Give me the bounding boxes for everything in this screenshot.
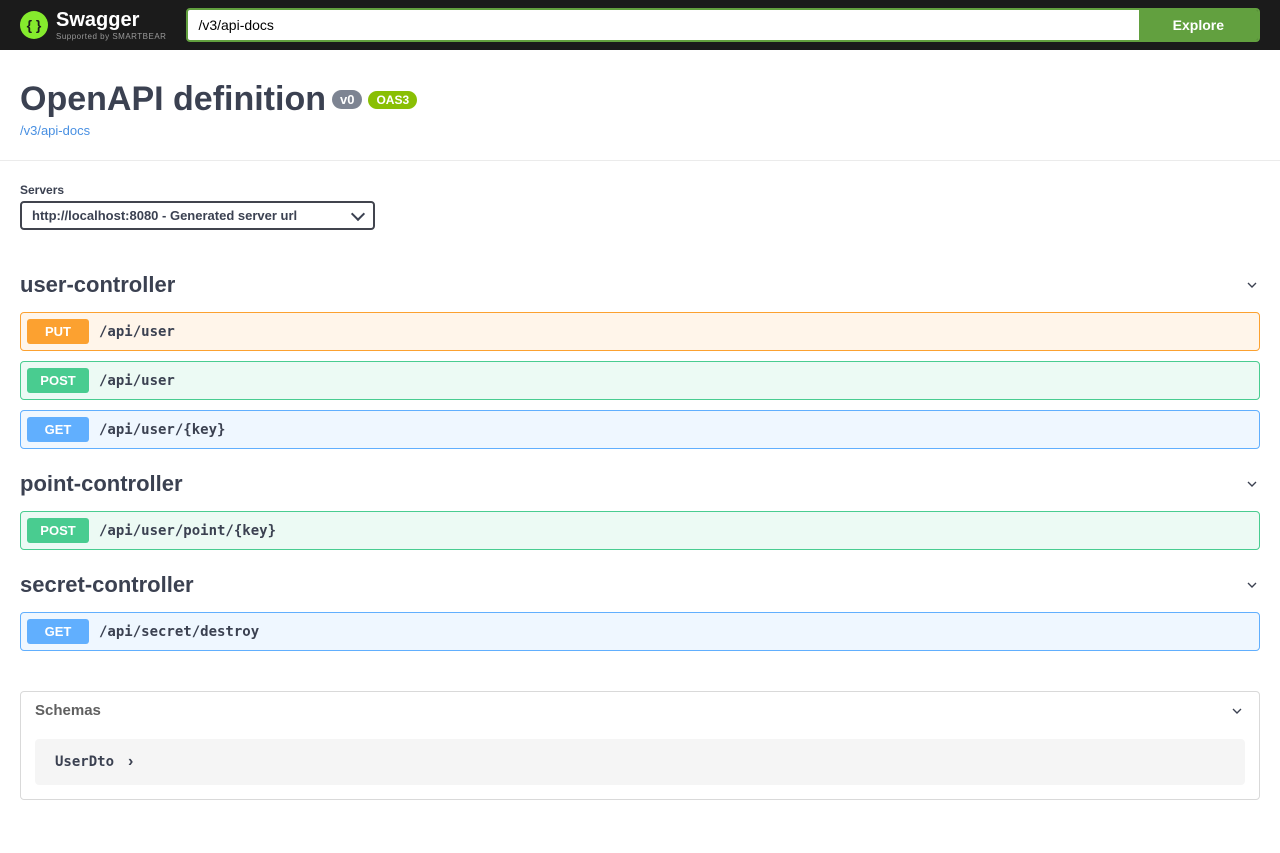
method-badge: POST	[27, 518, 89, 543]
method-badge: GET	[27, 417, 89, 442]
operation-path: /api/user/{key}	[99, 422, 225, 438]
operation-path: /api/user	[99, 373, 175, 389]
search-wrap: Explore	[186, 8, 1260, 42]
tag-header[interactable]: user-controller	[20, 268, 1260, 302]
operation-path: /api/user/point/{key}	[99, 523, 276, 539]
tags-container: user-controllerPUT/api/userPOST/api/user…	[0, 240, 1280, 671]
chevron-down-icon	[1244, 277, 1260, 293]
tag-header[interactable]: secret-controller	[20, 568, 1260, 602]
method-badge: PUT	[27, 319, 89, 344]
tag-section: secret-controller GET/api/secret/destroy	[20, 568, 1260, 651]
logo[interactable]: { } Swagger Supported by SMARTBEAR	[20, 9, 166, 41]
chevron-down-icon	[1244, 476, 1260, 492]
method-badge: POST	[27, 368, 89, 393]
schemas-title: Schemas	[35, 702, 101, 719]
explore-button[interactable]: Explore	[1139, 10, 1258, 40]
tag-section: user-controllerPUT/api/userPOST/api/user…	[20, 268, 1260, 449]
oas-badge: OAS3	[368, 91, 417, 109]
chevron-right-icon: ›	[128, 753, 133, 771]
operation-row[interactable]: PUT/api/user	[20, 312, 1260, 351]
operation-path: /api/user	[99, 324, 175, 340]
servers-section: Servers http://localhost:8080 - Generate…	[0, 161, 1280, 240]
version-badge: v0	[332, 90, 362, 109]
tag-header[interactable]: point-controller	[20, 467, 1260, 501]
servers-label: Servers	[20, 183, 1260, 197]
schema-name: UserDto	[55, 754, 114, 770]
operation-row[interactable]: POST/api/user/point/{key}	[20, 511, 1260, 550]
schema-item[interactable]: UserDto ›	[35, 739, 1245, 785]
topbar: { } Swagger Supported by SMARTBEAR Explo…	[0, 0, 1280, 50]
logo-subtext: Supported by SMARTBEAR	[56, 32, 166, 41]
logo-text: Swagger	[56, 9, 166, 32]
operation-row[interactable]: POST/api/user	[20, 361, 1260, 400]
info-section: OpenAPI definition v0 OAS3 /v3/api-docs	[0, 50, 1280, 161]
url-input[interactable]	[188, 10, 1138, 40]
server-selected: http://localhost:8080 - Generated server…	[32, 208, 297, 223]
swagger-icon: { }	[20, 11, 48, 39]
server-select[interactable]: http://localhost:8080 - Generated server…	[20, 201, 375, 230]
operation-row[interactable]: GET/api/secret/destroy	[20, 612, 1260, 651]
method-badge: GET	[27, 619, 89, 644]
tag-name: secret-controller	[20, 572, 194, 598]
schemas-header[interactable]: Schemas	[21, 692, 1259, 729]
tag-name: user-controller	[20, 272, 175, 298]
operation-row[interactable]: GET/api/user/{key}	[20, 410, 1260, 449]
schemas-section: Schemas UserDto ›	[20, 691, 1260, 800]
tag-name: point-controller	[20, 471, 183, 497]
page-title: OpenAPI definition	[20, 80, 326, 119]
chevron-down-icon	[1244, 577, 1260, 593]
tag-section: point-controller POST/api/user/point/{key…	[20, 467, 1260, 550]
chevron-down-icon	[1229, 703, 1245, 719]
operation-path: /api/secret/destroy	[99, 624, 259, 640]
docs-link[interactable]: /v3/api-docs	[20, 123, 90, 138]
